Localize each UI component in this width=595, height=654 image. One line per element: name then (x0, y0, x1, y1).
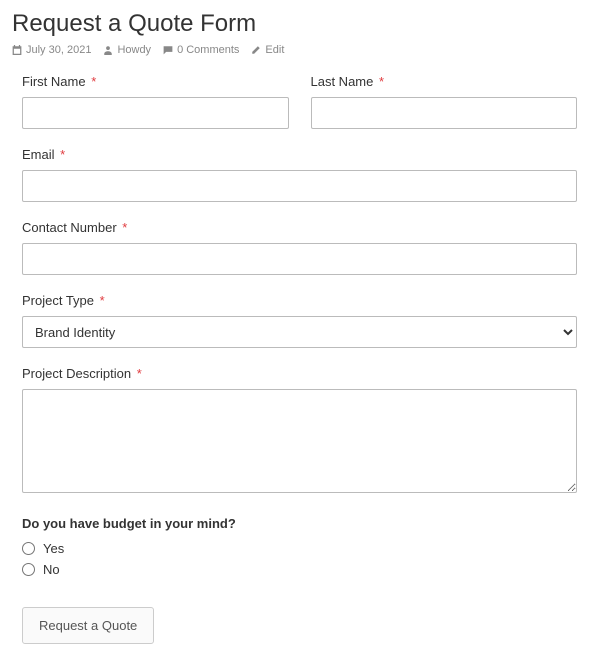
calendar-icon (12, 45, 22, 55)
first-name-label: First Name * (22, 74, 289, 89)
project-description-label-text: Project Description (22, 366, 131, 381)
required-mark: * (91, 74, 96, 89)
budget-radio-no[interactable] (22, 563, 35, 576)
budget-option-no-label: No (43, 562, 60, 577)
email-input[interactable] (22, 170, 577, 202)
contact-number-input[interactable] (22, 243, 577, 275)
last-name-field: Last Name * (311, 74, 578, 129)
edit-icon (251, 45, 261, 55)
project-type-field: Project Type * Brand Identity (22, 293, 577, 348)
last-name-label: Last Name * (311, 74, 578, 89)
meta-date-text: July 30, 2021 (26, 44, 91, 56)
comment-icon (163, 45, 173, 55)
meta-author-text: Howdy (117, 44, 151, 56)
budget-option-no[interactable]: No (22, 562, 577, 577)
project-type-select[interactable]: Brand Identity (22, 316, 577, 348)
page-title: Request a Quote Form (12, 10, 583, 38)
first-name-label-text: First Name (22, 74, 86, 89)
last-name-input[interactable] (311, 97, 578, 129)
meta-author: Howdy (103, 44, 151, 56)
meta-edit-text: Edit (265, 44, 284, 56)
required-mark: * (100, 293, 105, 308)
first-name-field: First Name * (22, 74, 289, 129)
meta-edit[interactable]: Edit (251, 44, 284, 56)
required-mark: * (60, 147, 65, 162)
quote-form: First Name * Last Name * Email * Contact… (12, 74, 583, 644)
post-meta: July 30, 2021 Howdy 0 Comments Edit (12, 44, 583, 56)
contact-number-label-text: Contact Number (22, 220, 117, 235)
email-field: Email * (22, 147, 577, 202)
project-description-input[interactable] (22, 389, 577, 493)
project-type-label-text: Project Type (22, 293, 94, 308)
submit-button[interactable]: Request a Quote (22, 607, 154, 644)
required-mark: * (122, 220, 127, 235)
project-description-field: Project Description * (22, 366, 577, 498)
contact-number-field: Contact Number * (22, 220, 577, 275)
required-mark: * (137, 366, 142, 381)
budget-question-field: Do you have budget in your mind? Yes No (22, 516, 577, 577)
budget-question-label: Do you have budget in your mind? (22, 516, 577, 531)
first-name-input[interactable] (22, 97, 289, 129)
budget-radio-yes[interactable] (22, 542, 35, 555)
meta-date: July 30, 2021 (12, 44, 91, 56)
required-mark: * (379, 74, 384, 89)
contact-number-label: Contact Number * (22, 220, 577, 235)
last-name-label-text: Last Name (311, 74, 374, 89)
project-type-label: Project Type * (22, 293, 577, 308)
email-label-text: Email (22, 147, 55, 162)
email-label: Email * (22, 147, 577, 162)
meta-comments[interactable]: 0 Comments (163, 44, 239, 56)
project-description-label: Project Description * (22, 366, 577, 381)
budget-option-yes-label: Yes (43, 541, 64, 556)
meta-comments-text: 0 Comments (177, 44, 239, 56)
user-icon (103, 45, 113, 55)
budget-option-yes[interactable]: Yes (22, 541, 577, 556)
